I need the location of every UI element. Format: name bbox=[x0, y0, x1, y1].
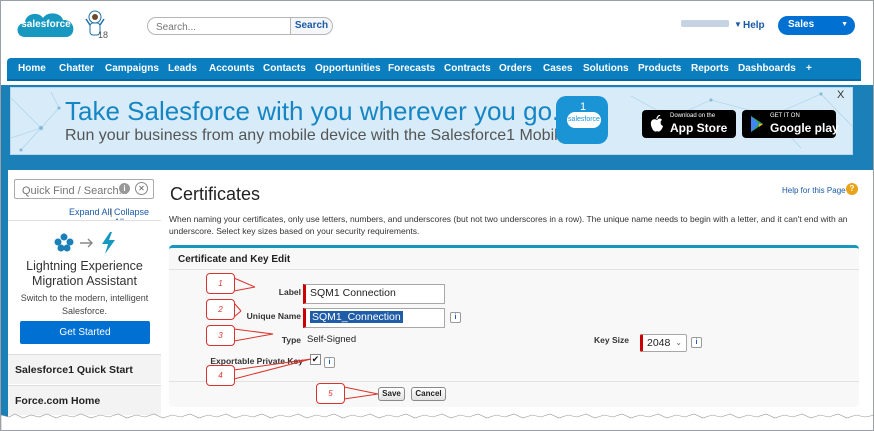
google-play-icon bbox=[751, 116, 763, 132]
banner-title: Take Salesforce with you wherever you go… bbox=[65, 96, 560, 126]
browser-frame: salesforce 18 Search ▼ Help Sales ▼ Home… bbox=[0, 0, 874, 431]
search-input[interactable] bbox=[147, 17, 291, 35]
clear-search-icon[interactable]: ✕ bbox=[135, 182, 148, 195]
key-size-value: 2048 bbox=[647, 337, 671, 349]
add-tab-icon[interactable]: + bbox=[806, 63, 812, 74]
tab-leads[interactable]: Leads bbox=[168, 63, 197, 74]
save-button[interactable]: Save bbox=[378, 387, 405, 401]
banner-close-button[interactable]: X bbox=[837, 89, 844, 101]
page-description: When naming your certificates, only use … bbox=[169, 214, 848, 236]
exportable-key-info-icon[interactable]: i bbox=[324, 357, 335, 368]
mobile-app-banner: Take Salesforce with you wherever you go… bbox=[10, 87, 853, 155]
unique-name-input[interactable]: SQM1_Connection bbox=[303, 308, 445, 328]
callout-5: 5 bbox=[316, 383, 345, 404]
callout-2: 2 bbox=[206, 299, 235, 320]
tab-cases[interactable]: Cases bbox=[543, 63, 572, 74]
unique-name-info-icon[interactable]: i bbox=[450, 312, 461, 323]
torn-edge-graphic bbox=[1, 413, 873, 430]
exportable-key-checkbox[interactable]: ✔ bbox=[310, 354, 321, 365]
page-title: Certificates bbox=[170, 184, 261, 204]
sidebar-item-salesforce1-quick-start[interactable]: Salesforce1 Quick Start bbox=[8, 354, 161, 384]
certificate-edit-panel: Certificate and Key Edit Label SQM1 Conn… bbox=[169, 245, 859, 407]
type-label: Type bbox=[281, 335, 301, 345]
tab-contacts[interactable]: Contacts bbox=[263, 63, 306, 74]
tab-dashboards[interactable]: Dashboards bbox=[738, 63, 796, 74]
callout-4: 4 bbox=[206, 365, 235, 386]
tab-chatter[interactable]: Chatter bbox=[59, 63, 94, 74]
app-store-button[interactable]: Download on the App Store bbox=[642, 110, 736, 138]
panel-title: Certificate and Key Edit bbox=[169, 248, 859, 270]
tab-orders[interactable]: Orders bbox=[499, 63, 532, 74]
tab-reports[interactable]: Reports bbox=[691, 63, 729, 74]
tab-bar: Home Chatter Campaigns Leads Accounts Co… bbox=[7, 58, 861, 81]
help-link[interactable]: Help bbox=[743, 20, 765, 31]
type-value: Self-Signed bbox=[307, 334, 357, 345]
tab-opportunities[interactable]: Opportunities bbox=[315, 63, 381, 74]
search-button[interactable]: Search bbox=[290, 17, 333, 35]
user-menu-arrow-icon[interactable]: ▼ bbox=[734, 20, 742, 29]
app-store-small-text: Download on the bbox=[670, 113, 716, 119]
migration-subtitle: Switch to the modern, intelligent Salesf… bbox=[20, 293, 149, 316]
lightning-migration-card: Lightning Experience Migration Assistant… bbox=[8, 220, 161, 352]
unique-name-value: SQM1_Connection bbox=[310, 311, 403, 323]
get-started-button[interactable]: Get Started bbox=[20, 321, 150, 344]
user-menu[interactable] bbox=[681, 20, 729, 27]
callout-3: 3 bbox=[206, 325, 235, 346]
salesforce1-label: salesforce bbox=[567, 112, 601, 128]
chevron-down-icon: ▼ bbox=[841, 21, 848, 28]
callout-1: 1 bbox=[206, 273, 235, 294]
link-separator: | bbox=[110, 207, 113, 217]
tab-home[interactable]: Home bbox=[18, 63, 46, 74]
tab-solutions[interactable]: Solutions bbox=[583, 63, 629, 74]
key-size-label: Key Size bbox=[594, 335, 629, 345]
tab-products[interactable]: Products bbox=[638, 63, 681, 74]
tab-accounts[interactable]: Accounts bbox=[209, 63, 255, 74]
tab-campaigns[interactable]: Campaigns bbox=[105, 63, 159, 74]
apple-icon bbox=[650, 115, 663, 132]
lightning-migration-icons bbox=[54, 232, 115, 254]
info-icon[interactable]: i bbox=[119, 183, 130, 194]
setup-sidebar: i ✕ Expand All | Collapse All Lightning … bbox=[8, 170, 161, 430]
app-picker-label: Sales bbox=[788, 19, 815, 30]
label-field-label: Label bbox=[278, 287, 301, 297]
tab-contracts[interactable]: Contracts bbox=[444, 63, 491, 74]
label-input[interactable]: SQM1 Connection bbox=[303, 284, 445, 304]
help-for-page-link[interactable]: Help for this Page bbox=[782, 186, 846, 195]
expand-all-link[interactable]: Expand All bbox=[69, 207, 112, 217]
button-divider bbox=[169, 381, 859, 382]
banner-subtitle: Run your business from any mobile device… bbox=[65, 127, 604, 144]
global-header: salesforce 18 Search ▼ Help Sales ▼ bbox=[1, 1, 873, 53]
key-size-info-icon[interactable]: i bbox=[691, 337, 702, 348]
app-picker[interactable]: Sales ▼ bbox=[778, 16, 855, 35]
google-play-button[interactable]: GET IT ON Google play bbox=[742, 110, 839, 138]
chevron-down-icon: ⌄ bbox=[675, 338, 682, 347]
migration-title: Lightning Experience Migration Assistant bbox=[26, 259, 143, 288]
logo-text: salesforce bbox=[21, 19, 71, 30]
unique-name-label: Unique Name bbox=[246, 311, 301, 321]
tab-forecasts[interactable]: Forecasts bbox=[388, 63, 435, 74]
key-size-select[interactable]: 2048 ⌄ bbox=[640, 334, 687, 352]
main-content: Certificates Help for this Page ? When n… bbox=[161, 170, 873, 430]
google-play-label: Google play bbox=[770, 121, 839, 135]
app-store-label: App Store bbox=[670, 121, 728, 135]
quick-find-input[interactable] bbox=[14, 179, 154, 199]
google-play-small-text: GET IT ON bbox=[770, 113, 800, 119]
cancel-button[interactable]: Cancel bbox=[411, 387, 446, 401]
notification-count: 18 bbox=[98, 30, 109, 40]
help-icon[interactable]: ? bbox=[846, 183, 858, 195]
